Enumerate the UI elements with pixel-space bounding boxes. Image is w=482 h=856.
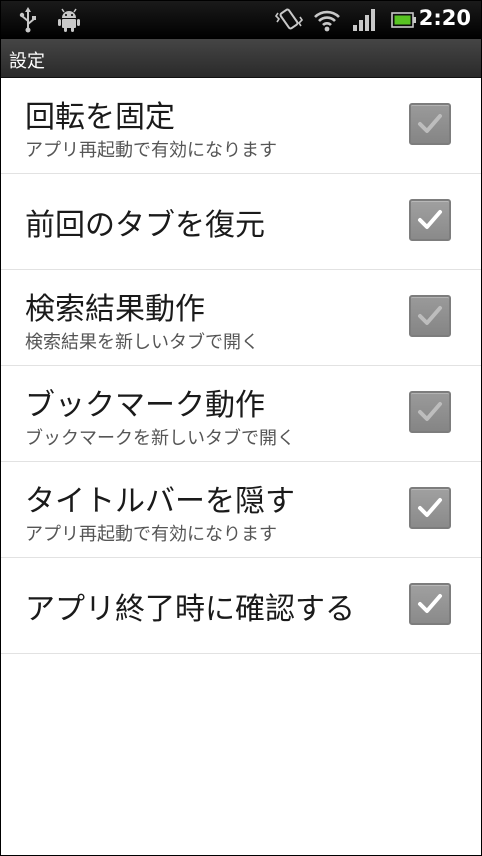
screen: 2:20 設定 回転を固定 アプリ再起動で有効になります 前回のタブを復元 検索… bbox=[0, 0, 482, 856]
setting-subtitle: ブックマークを新しいタブで開く bbox=[25, 428, 295, 449]
settings-list: 回転を固定 アプリ再起動で有効になります 前回のタブを復元 検索結果動作 検索結… bbox=[1, 78, 481, 654]
setting-row-bookmark-action[interactable]: ブックマーク動作 ブックマークを新しいタブで開く bbox=[1, 366, 481, 462]
bookmark-action-checkbox[interactable] bbox=[409, 391, 451, 433]
setting-subtitle: 検索結果を新しいタブで開く bbox=[25, 332, 259, 353]
clock: 2:20 bbox=[418, 6, 471, 30]
setting-row-search-result-action[interactable]: 検索結果動作 検索結果を新しいタブで開く bbox=[1, 270, 481, 366]
wifi-icon bbox=[313, 7, 341, 33]
usb-icon bbox=[17, 7, 39, 33]
setting-subtitle: アプリ再起動で有効になります bbox=[25, 524, 277, 545]
page-title: 設定 bbox=[9, 51, 45, 72]
setting-row-restore-tabs[interactable]: 前回のタブを復元 bbox=[1, 174, 481, 270]
title-bar: 設定 bbox=[1, 39, 481, 78]
setting-title: ブックマーク動作 bbox=[25, 388, 265, 423]
status-bar: 2:20 bbox=[1, 1, 481, 39]
battery-icon bbox=[391, 7, 417, 33]
setting-row-lock-rotation[interactable]: 回転を固定 アプリ再起動で有効になります bbox=[1, 78, 481, 174]
setting-title: 回転を固定 bbox=[25, 100, 175, 135]
setting-subtitle: アプリ再起動で有効になります bbox=[25, 140, 277, 161]
search-result-action-checkbox[interactable] bbox=[409, 295, 451, 337]
lock-rotation-checkbox[interactable] bbox=[409, 103, 451, 145]
vibrate-icon bbox=[275, 7, 303, 33]
setting-title: 前回のタブを復元 bbox=[25, 208, 265, 243]
signal-icon bbox=[351, 7, 379, 33]
hide-title-bar-checkbox[interactable] bbox=[409, 487, 451, 529]
setting-row-hide-title-bar[interactable]: タイトルバーを隠す アプリ再起動で有効になります bbox=[1, 462, 481, 558]
restore-tabs-checkbox[interactable] bbox=[409, 199, 451, 241]
setting-title: タイトルバーを隠す bbox=[25, 484, 295, 519]
setting-title: アプリ終了時に確認する bbox=[25, 592, 355, 627]
android-icon bbox=[57, 7, 81, 33]
setting-row-confirm-exit[interactable]: アプリ終了時に確認する bbox=[1, 558, 481, 654]
confirm-exit-checkbox[interactable] bbox=[409, 583, 451, 625]
setting-title: 検索結果動作 bbox=[25, 292, 205, 327]
